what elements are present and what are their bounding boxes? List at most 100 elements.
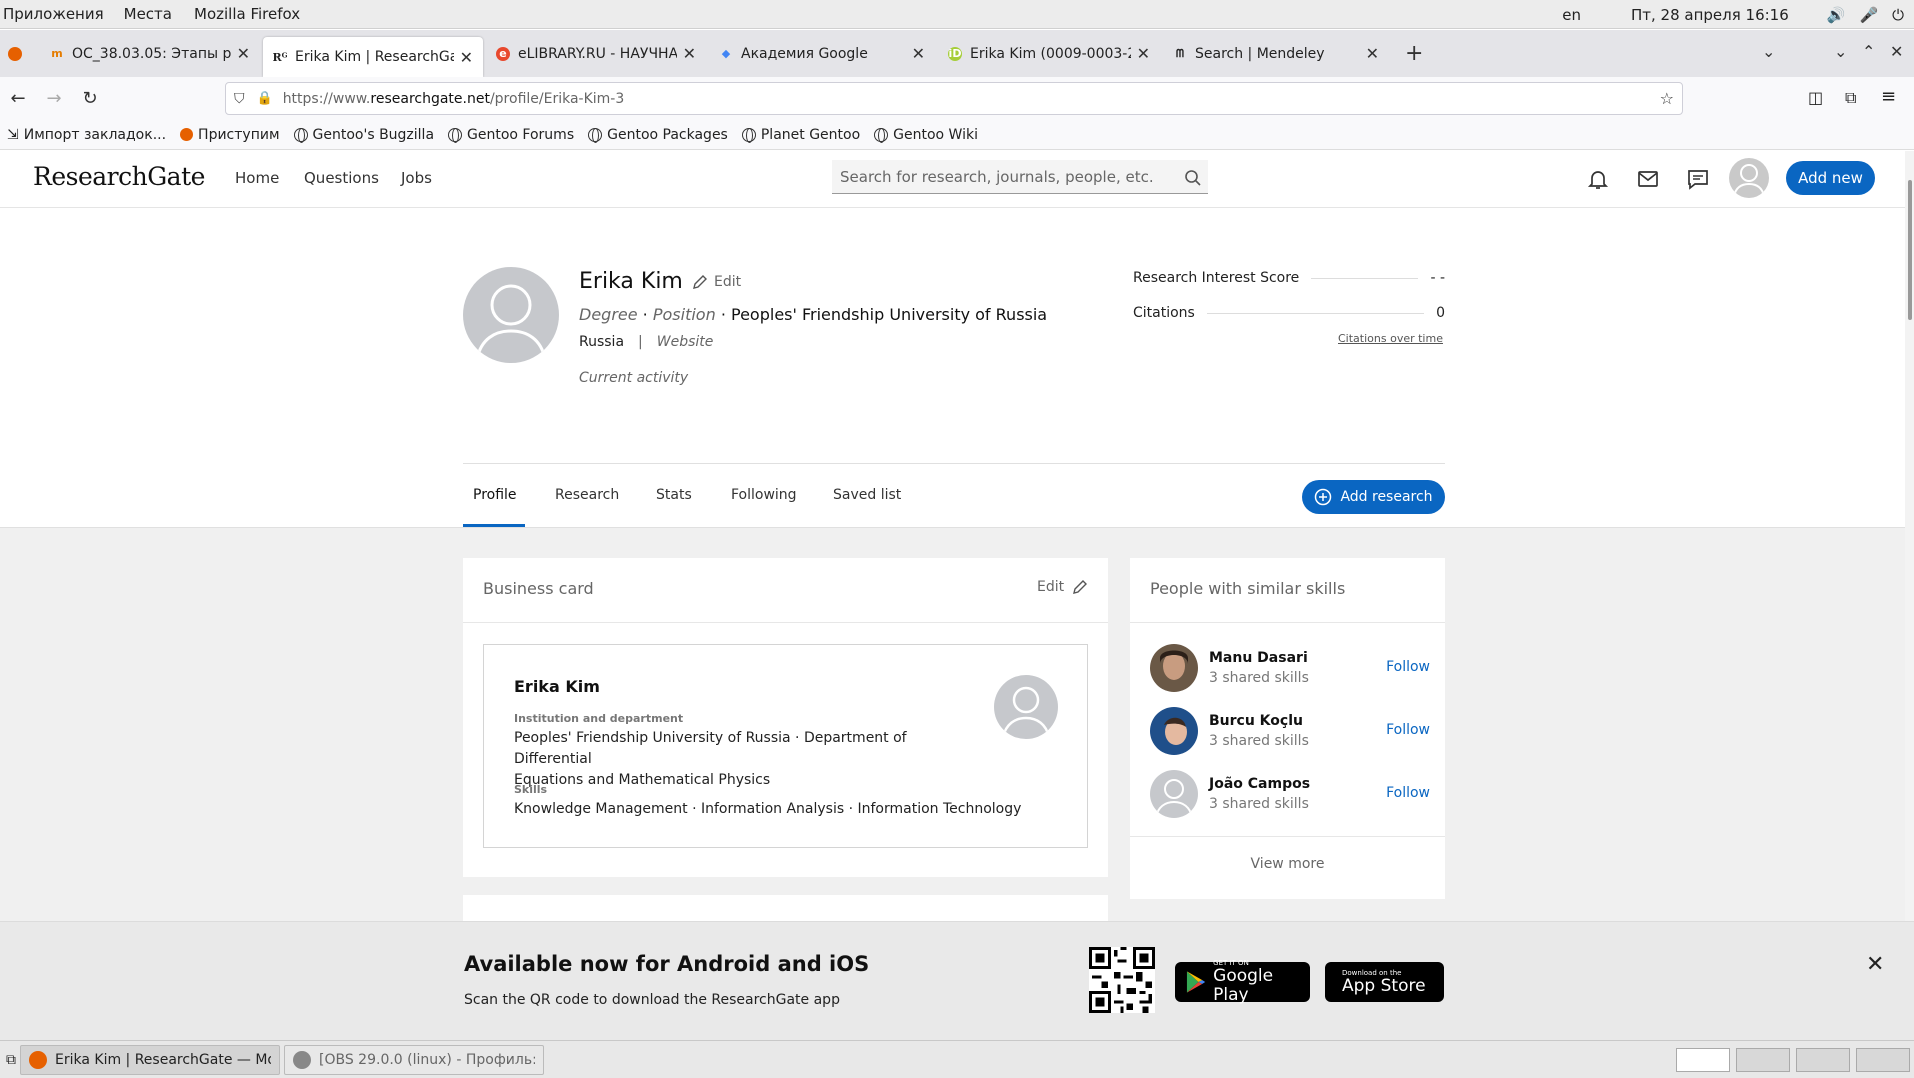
- view-more-button[interactable]: View more: [1130, 856, 1445, 872]
- power-icon[interactable]: ⏻: [1892, 6, 1904, 24]
- pencil-icon: [693, 275, 707, 289]
- list-all-tabs-icon[interactable]: ⌄: [1762, 42, 1775, 61]
- current-activity-placeholder[interactable]: Current activity: [579, 370, 688, 386]
- url-text[interactable]: https://www.researchgate.net/profile/Eri…: [283, 91, 625, 107]
- tab-researchgate[interactable]: Rᴳ Erika Kim | ResearchGate ✕: [263, 37, 483, 77]
- institution-value: Peoples' Friendship University of Russia…: [514, 730, 907, 788]
- close-banner-icon[interactable]: ✕: [1866, 952, 1884, 977]
- tab-stats[interactable]: Stats: [656, 487, 692, 503]
- minimize-window-icon[interactable]: ⌄: [1834, 42, 1847, 61]
- scrollbar-thumb[interactable]: [1908, 180, 1912, 320]
- new-tab-button[interactable]: +: [1405, 41, 1423, 66]
- add-new-button[interactable]: Add new: [1786, 161, 1875, 195]
- reload-icon[interactable]: ↻: [72, 88, 108, 109]
- tab-saved-list[interactable]: Saved list: [833, 487, 901, 503]
- pocket-icon[interactable]: ◫: [1808, 88, 1823, 107]
- website-placeholder[interactable]: Website: [657, 334, 714, 350]
- follow-button[interactable]: Follow: [1386, 785, 1430, 801]
- user-avatar[interactable]: [1729, 158, 1769, 198]
- menu-icon[interactable]: ≡: [1881, 86, 1896, 107]
- lock-icon[interactable]: 🔒: [257, 91, 273, 106]
- show-desktop-icon[interactable]: ⧉: [6, 1052, 16, 1068]
- close-tab-icon[interactable]: ✕: [683, 44, 696, 63]
- follow-button[interactable]: Follow: [1386, 659, 1430, 675]
- maximize-window-icon[interactable]: ⌃: [1862, 42, 1875, 61]
- globe-icon: [293, 127, 308, 143]
- firefox-icon: [180, 128, 194, 141]
- close-tab-icon[interactable]: ✕: [460, 48, 473, 67]
- tab-following[interactable]: Following: [731, 487, 797, 503]
- citations-over-time-link[interactable]: Citations over time: [1338, 332, 1443, 345]
- bookmark-gentoo-forums[interactable]: Gentoo Forums: [448, 127, 574, 143]
- close-window-icon[interactable]: ✕: [1890, 42, 1903, 61]
- bookmark-gentoo-packages[interactable]: Gentoo Packages: [588, 127, 728, 143]
- add-research-button[interactable]: Add research: [1302, 480, 1445, 514]
- nav-jobs[interactable]: Jobs: [401, 169, 432, 187]
- extensions-icon[interactable]: ⧉: [1845, 88, 1856, 108]
- browser-navigation-bar: ← → ↻ ⛉ 🔒 https://www.researchgate.net/p…: [0, 77, 1914, 120]
- follow-button[interactable]: Follow: [1386, 722, 1430, 738]
- profile-institution[interactable]: Peoples' Friendship University of Russia: [731, 305, 1047, 324]
- tab-research[interactable]: Research: [555, 487, 619, 503]
- back-icon[interactable]: ←: [0, 88, 36, 109]
- places-menu[interactable]: Места: [116, 5, 184, 23]
- taskbar-item-obs[interactable]: [OBS 29.0.0 (linux) - Профиль: Бе...: [284, 1044, 544, 1075]
- edit-profile-button[interactable]: Edit: [692, 274, 741, 290]
- chat-icon[interactable]: [1686, 167, 1710, 191]
- bookmark-gentoo-wiki[interactable]: Gentoo Wiki: [874, 127, 978, 143]
- bookmark-star-icon[interactable]: ☆: [1660, 89, 1674, 108]
- tab-profile[interactable]: Profile: [473, 487, 517, 503]
- volume-icon[interactable]: 🔊: [1827, 6, 1846, 24]
- notifications-bell-icon[interactable]: [1586, 167, 1610, 191]
- close-tab-icon[interactable]: ✕: [912, 44, 925, 63]
- search-icon[interactable]: [1184, 169, 1202, 187]
- active-app-label[interactable]: Mozilla Firefox: [184, 5, 312, 23]
- divider: [463, 463, 1445, 464]
- tab-mendeley[interactable]: ᗰ Search | Mendeley ✕: [1163, 30, 1389, 77]
- person-avatar[interactable]: [1150, 707, 1198, 755]
- bookmark-get-started[interactable]: Приступим: [180, 127, 280, 143]
- similar-people-header: People with similar skills: [1130, 558, 1445, 623]
- person-avatar[interactable]: [1150, 644, 1198, 692]
- nav-home[interactable]: Home: [235, 169, 279, 187]
- workspace-1[interactable]: [1676, 1048, 1730, 1072]
- app-store-badge[interactable]: Download on the App Store: [1325, 962, 1444, 1002]
- profile-location-line: Russia | Website: [579, 334, 714, 350]
- position-placeholder[interactable]: Position: [653, 305, 716, 324]
- google-play-badge[interactable]: GET IT ON Google Play: [1175, 959, 1310, 1005]
- workspace-3[interactable]: [1796, 1048, 1850, 1072]
- mendeley-icon: ᗰ: [1176, 46, 1184, 60]
- workspace-2[interactable]: [1736, 1048, 1790, 1072]
- tab-moodle[interactable]: m ОС_38.03.05: Этапы реали ✕: [40, 30, 260, 77]
- edit-business-card-button[interactable]: Edit: [1037, 579, 1088, 595]
- firefox-view-icon[interactable]: [0, 46, 30, 61]
- tab-elibrary[interactable]: e eLIBRARY.RU - НАУЧНАЯ Э ✕: [486, 30, 706, 77]
- bookmark-gentoo-bugzilla[interactable]: Gentoo's Bugzilla: [293, 127, 434, 143]
- search-input[interactable]: Search for research, journals, people, e…: [832, 160, 1208, 194]
- url-bar[interactable]: ⛉ 🔒 https://www.researchgate.net/profile…: [225, 82, 1683, 115]
- applications-menu[interactable]: Приложения: [0, 5, 116, 23]
- person-avatar[interactable]: [1150, 770, 1198, 818]
- bookmark-import[interactable]: ⇲ Импорт закладок...: [7, 127, 166, 143]
- nav-questions[interactable]: Questions: [304, 169, 379, 187]
- close-tab-icon[interactable]: ✕: [237, 44, 250, 63]
- microphone-icon[interactable]: 🎤: [1859, 6, 1878, 24]
- forward-icon[interactable]: →: [36, 88, 72, 109]
- taskbar-item-firefox[interactable]: Erika Kim | ResearchGate — Mozill...: [20, 1044, 280, 1075]
- person-name[interactable]: Burcu Koçlu: [1209, 713, 1303, 729]
- card-name: Erika Kim: [514, 677, 600, 696]
- degree-placeholder[interactable]: Degree: [579, 305, 638, 324]
- workspace-4[interactable]: [1856, 1048, 1910, 1072]
- tab-google-scholar[interactable]: ◆ Академия Google ✕: [709, 30, 935, 77]
- messages-mail-icon[interactable]: [1636, 167, 1660, 191]
- researchgate-logo[interactable]: ResearchGate: [33, 162, 205, 191]
- close-tab-icon[interactable]: ✕: [1366, 44, 1379, 63]
- bookmark-planet-gentoo[interactable]: Planet Gentoo: [741, 127, 860, 143]
- keyboard-layout[interactable]: en: [1562, 6, 1581, 24]
- tab-orcid[interactable]: iD Erika Kim (0009-0003-2593 ✕: [938, 30, 1160, 77]
- tracking-protection-icon[interactable]: ⛉: [234, 91, 245, 107]
- close-tab-icon[interactable]: ✕: [1137, 44, 1150, 63]
- person-name[interactable]: Manu Dasari: [1209, 650, 1308, 666]
- clock[interactable]: Пт, 28 апреля 16:16: [1631, 6, 1789, 24]
- person-name[interactable]: João Campos: [1209, 776, 1310, 792]
